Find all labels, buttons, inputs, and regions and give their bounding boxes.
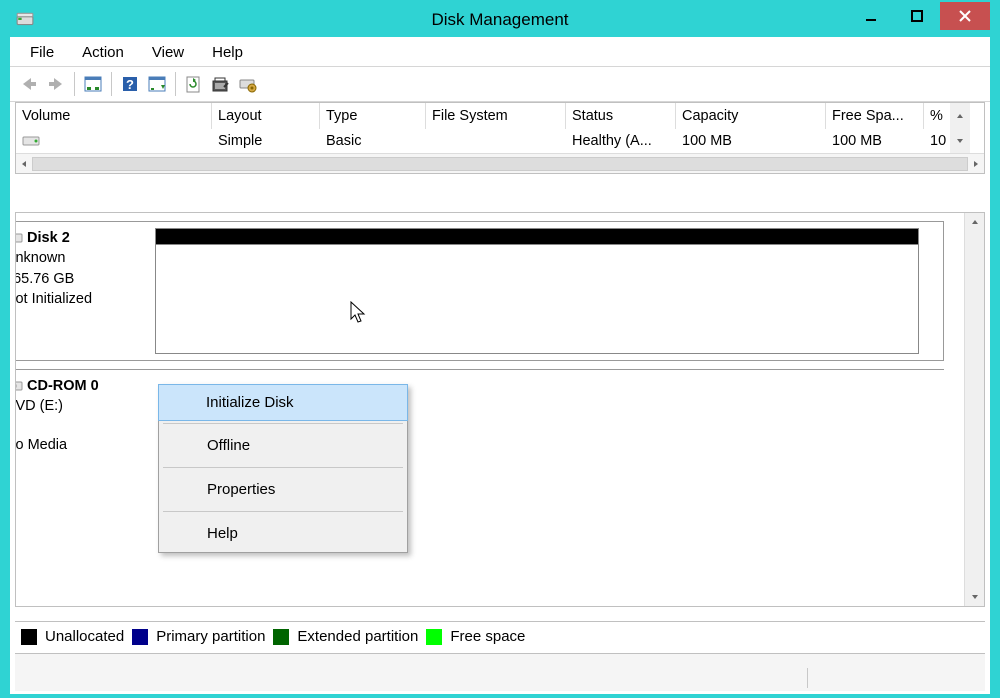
disk-2-row[interactable]: Disk 2 Unknown 465.76 GB Not Initialized [15, 221, 944, 361]
separator [163, 511, 403, 512]
legend-free-swatch [426, 629, 442, 645]
separator [74, 72, 75, 96]
disk-2-partition-area[interactable] [155, 228, 919, 354]
cdrom-drive: DVD (E:) [15, 396, 139, 416]
volume-row[interactable]: Simple Basic Healthy (A... 100 MB 100 MB… [16, 129, 984, 153]
legend-free: Free space [450, 628, 525, 645]
menu-action[interactable]: Action [72, 42, 134, 63]
legend-primary-swatch [132, 629, 148, 645]
menu-file[interactable]: File [20, 42, 64, 63]
disk-2-size: 465.76 GB [15, 269, 139, 289]
separator [163, 423, 403, 424]
app-icon [16, 11, 34, 29]
legend-extended: Extended partition [297, 628, 418, 645]
cdrom-name: CD-ROM 0 [27, 378, 99, 394]
back-button[interactable] [16, 71, 42, 97]
svg-text:?: ? [126, 77, 134, 92]
scroll-down-icon[interactable] [950, 129, 970, 153]
scroll-right-icon[interactable] [971, 159, 981, 169]
forward-button[interactable] [43, 71, 69, 97]
action-list-button[interactable] [144, 71, 170, 97]
titlebar[interactable]: Disk Management [10, 2, 990, 37]
help-button[interactable]: ? [117, 71, 143, 97]
separator [163, 467, 403, 468]
scroll-up-icon[interactable] [950, 103, 970, 129]
col-capacity[interactable]: Capacity [676, 103, 826, 129]
cell-layout: Simple [212, 129, 320, 153]
cdrom-icon [15, 379, 23, 393]
legend-primary: Primary partition [156, 628, 265, 645]
window-title: Disk Management [431, 10, 568, 30]
col-volume[interactable]: Volume [16, 103, 212, 129]
volume-header-row: Volume Layout Type File System Status Ca… [16, 103, 984, 129]
menubar: File Action View Help [10, 37, 990, 67]
scroll-up-icon[interactable] [965, 213, 984, 227]
cell-type: Basic [320, 129, 426, 153]
disk-2-status: Not Initialized [15, 289, 139, 309]
disk-settings-button[interactable] [235, 71, 261, 97]
show-hide-tree-button[interactable] [80, 71, 106, 97]
disk-2-name: Disk 2 [27, 230, 70, 246]
separator [111, 72, 112, 96]
maximize-button[interactable] [894, 2, 940, 30]
unallocated-space[interactable] [156, 245, 918, 353]
unallocated-bar [156, 229, 918, 245]
col-type[interactable]: Type [320, 103, 426, 129]
volume-icon [22, 134, 40, 148]
window: Disk Management File Action View Help ? … [9, 1, 991, 695]
toolbar: ? [10, 67, 990, 102]
disk-2-info: Disk 2 Unknown 465.76 GB Not Initialized [15, 222, 147, 315]
scrollbar-thumb[interactable] [32, 157, 968, 171]
window-buttons [848, 2, 990, 30]
legend: Unallocated Primary partition Extended p… [15, 621, 985, 651]
legend-unallocated-swatch [21, 629, 37, 645]
scroll-left-icon[interactable] [19, 159, 29, 169]
h-scrollbar[interactable] [16, 153, 984, 173]
menu-help[interactable]: Help [202, 42, 253, 63]
scroll-down-icon[interactable] [965, 592, 984, 602]
col-pct[interactable]: % [924, 103, 950, 129]
cdrom-info: CD-ROM 0 DVD (E:) No Media [15, 370, 147, 461]
minimize-button[interactable] [848, 2, 894, 30]
cdrom-status: No Media [15, 435, 139, 455]
separator [175, 72, 176, 96]
volume-list: Volume Layout Type File System Status Ca… [15, 102, 985, 174]
v-scrollbar[interactable] [964, 213, 984, 606]
menu-view[interactable]: View [142, 42, 194, 63]
col-status[interactable]: Status [566, 103, 676, 129]
col-filesystem[interactable]: File System [426, 103, 566, 129]
cell-volume [16, 129, 212, 153]
cell-freespace: 100 MB [826, 129, 924, 153]
ctx-help[interactable]: Help [159, 515, 407, 552]
disk-2-type: Unknown [15, 248, 139, 268]
context-menu: Initialize Disk Offline Properties Help [158, 384, 408, 553]
ctx-properties[interactable]: Properties [159, 471, 407, 508]
statusbar [15, 653, 985, 691]
col-freespace[interactable]: Free Spa... [826, 103, 924, 129]
cell-status: Healthy (A... [566, 129, 676, 153]
cell-pct: 10 [924, 129, 950, 153]
cdrom-row[interactable]: CD-ROM 0 DVD (E:) No Media [15, 369, 944, 509]
ctx-initialize-disk[interactable]: Initialize Disk [158, 384, 408, 421]
legend-extended-swatch [273, 629, 289, 645]
legend-unallocated: Unallocated [45, 628, 124, 645]
close-button[interactable] [940, 2, 990, 30]
cell-filesystem [426, 129, 566, 153]
refresh-button[interactable] [181, 71, 207, 97]
settings-button[interactable] [208, 71, 234, 97]
col-layout[interactable]: Layout [212, 103, 320, 129]
ctx-offline[interactable]: Offline [159, 427, 407, 464]
cell-capacity: 100 MB [676, 129, 826, 153]
disk-error-icon [15, 231, 23, 245]
